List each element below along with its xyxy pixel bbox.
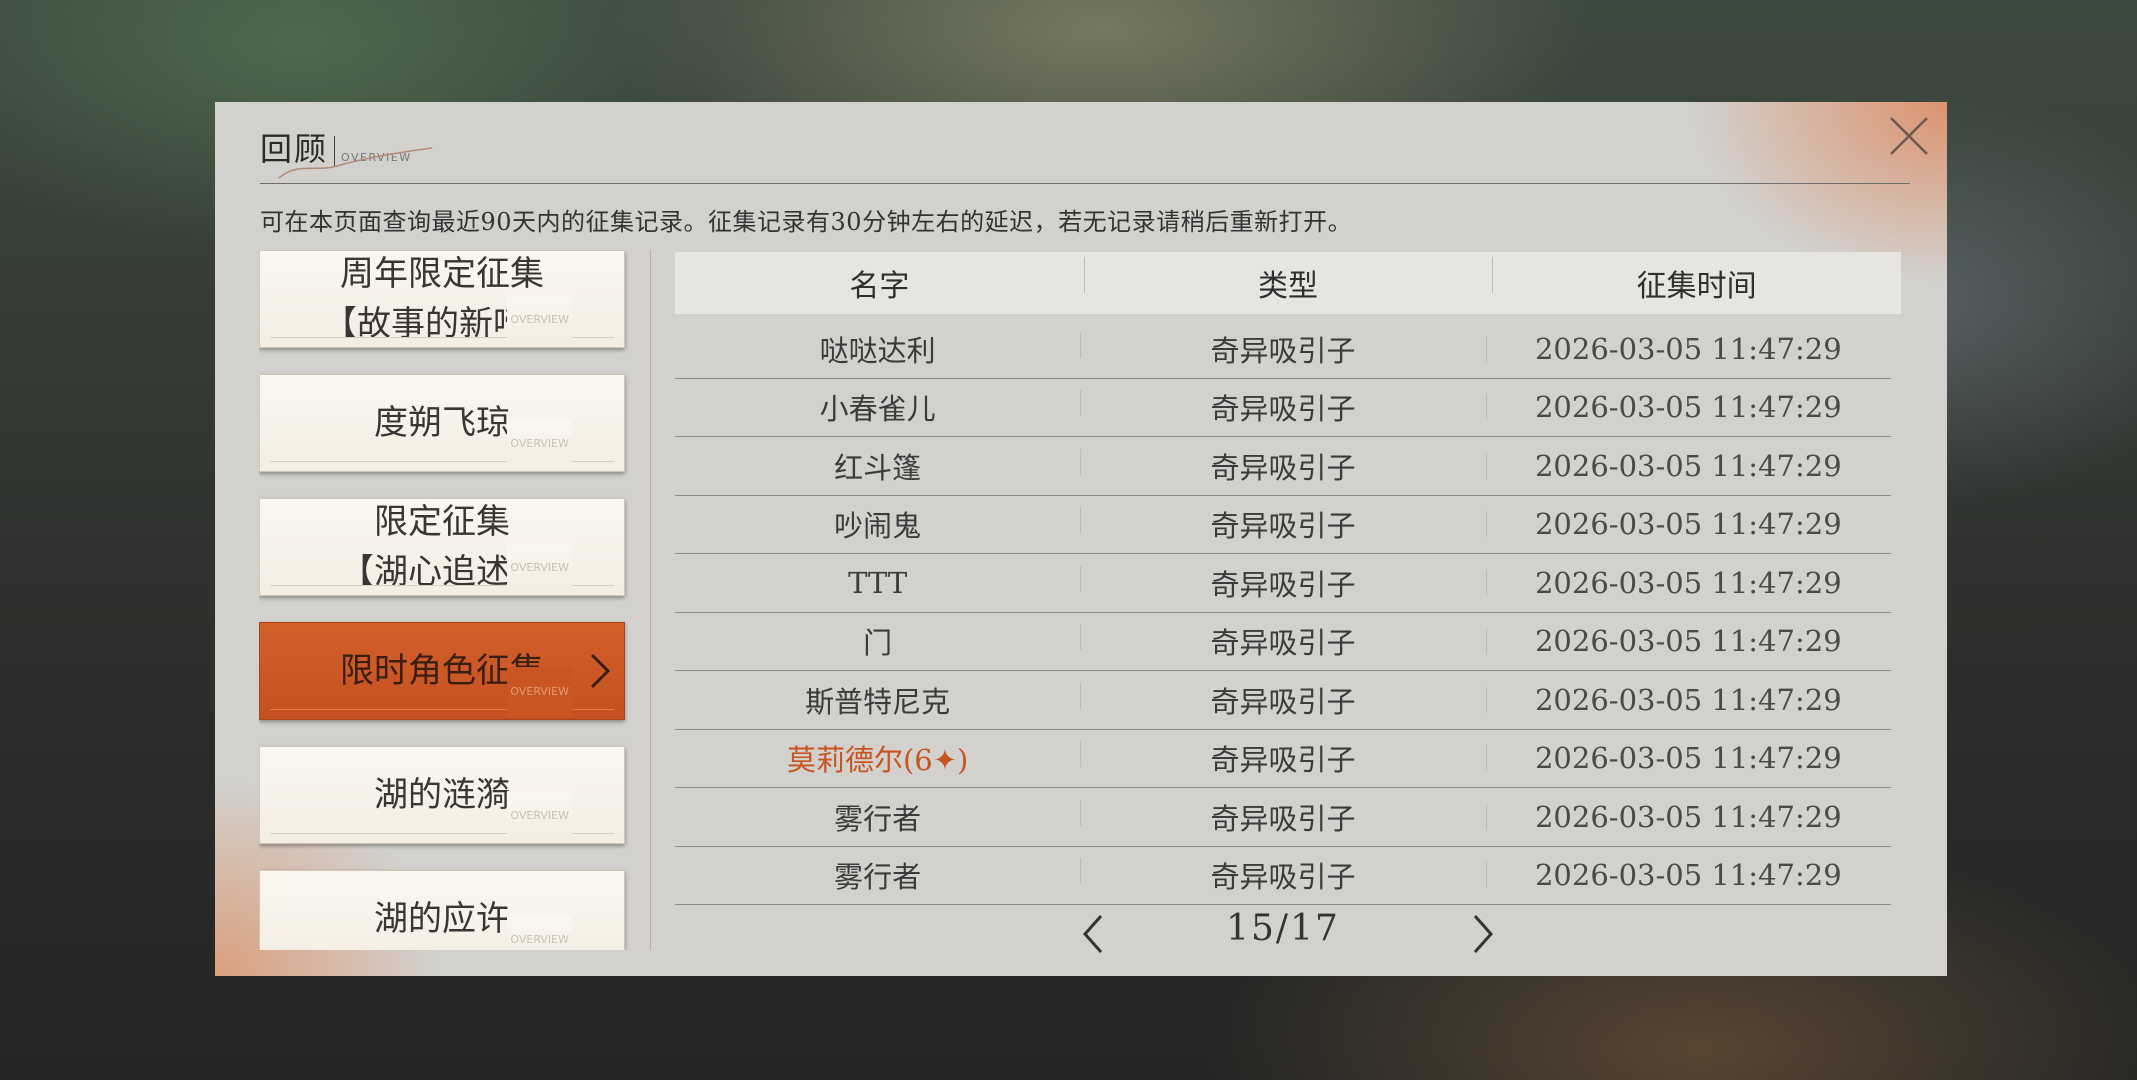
- sidebar-item-ripples[interactable]: 湖的涟漪 OVERVIEW: [259, 746, 625, 844]
- cell-time: 2026-03-05 11:47:29: [1485, 449, 1891, 483]
- column-header-name: 名字: [849, 269, 910, 304]
- table-header: 名字 类型 征集时间: [675, 252, 1901, 314]
- table-row: 雾行者 奇异吸引子 2026-03-05 11:47:29: [675, 788, 1891, 847]
- table-row: TTT 奇异吸引子 2026-03-05 11:47:29: [675, 554, 1891, 613]
- cell-time: 2026-03-05 11:47:29: [1485, 507, 1891, 541]
- card-deco-tag: OVERVIEW: [507, 915, 572, 950]
- cell-type: 奇异吸引子: [1080, 737, 1485, 779]
- cell-name: TTT: [848, 565, 908, 600]
- card-deco-tag: OVERVIEW: [507, 791, 572, 841]
- swoosh-decoration: [278, 147, 433, 179]
- cell-time: 2026-03-05 11:47:29: [1485, 390, 1891, 424]
- table-row: 雾行者 奇异吸引子 2026-03-05 11:47:29: [675, 847, 1891, 905]
- chevron-right-icon: [1473, 915, 1494, 953]
- sidebar-item-limited-character[interactable]: 限时角色征集 OVERVIEW: [259, 622, 625, 720]
- chevron-right-icon: [590, 653, 611, 689]
- overview-dialog: 回顾 OVERVIEW 可在本页面查询最近90天内的征集记录。征集记录有30分钟…: [215, 102, 1947, 976]
- cell-type: 奇异吸引子: [1080, 328, 1485, 370]
- column-header-type: 类型: [1083, 257, 1493, 305]
- sidebar-item-label: 湖的应许: [374, 899, 510, 939]
- cell-type: 奇异吸引子: [1080, 679, 1485, 721]
- card-deco-tag: OVERVIEW: [507, 543, 572, 593]
- cell-name: 小春雀儿: [819, 392, 936, 427]
- cell-name: 吵闹鬼: [834, 509, 922, 544]
- record-table: 哒哒达利 奇异吸引子 2026-03-05 11:47:29 小春雀儿 奇异吸引…: [675, 320, 1891, 905]
- table-row: 小春雀儿 奇异吸引子 2026-03-05 11:47:29: [675, 379, 1891, 437]
- cell-name: 莫莉德尔(6✦): [786, 743, 969, 778]
- sidebar-item-limited-lake[interactable]: 限定征集 【湖心追述】 OVERVIEW: [259, 498, 625, 596]
- header-divider: [260, 183, 1910, 184]
- column-header-time: 征集时间: [1492, 257, 1901, 305]
- cell-type: 奇异吸引子: [1080, 386, 1485, 428]
- cell-name: 红斗篷: [834, 450, 922, 485]
- category-sidebar: 周年限定征集 【故事的新啼】 OVERVIEW 度朔飞琼 OVERVIEW 限定…: [259, 250, 629, 950]
- cell-time: 2026-03-05 11:47:29: [1485, 332, 1891, 366]
- sidebar-item-dushuo[interactable]: 度朔飞琼 OVERVIEW: [259, 374, 625, 472]
- cell-time: 2026-03-05 11:47:29: [1485, 624, 1891, 658]
- sidebar-item-promise[interactable]: 湖的应许 OVERVIEW: [259, 870, 625, 950]
- cell-time: 2026-03-05 11:47:29: [1485, 566, 1891, 600]
- cell-name: 雾行者: [834, 860, 922, 895]
- next-page-button[interactable]: [1461, 912, 1501, 956]
- notice-text: 可在本页面查询最近90天内的征集记录。征集记录有30分钟左右的延迟，若无记录请稍…: [260, 208, 1353, 236]
- table-row: 斯普特尼克 奇异吸引子 2026-03-05 11:47:29: [675, 671, 1891, 730]
- cell-type: 奇异吸引子: [1080, 562, 1485, 604]
- cell-name: 斯普特尼克: [805, 684, 951, 719]
- cell-time: 2026-03-05 11:47:29: [1485, 741, 1891, 775]
- card-deco-tag: OVERVIEW: [507, 419, 572, 469]
- table-row: 哒哒达利 奇异吸引子 2026-03-05 11:47:29: [675, 320, 1891, 379]
- cell-name: 门: [863, 626, 893, 661]
- cell-type: 奇异吸引子: [1080, 796, 1485, 838]
- cell-time: 2026-03-05 11:47:29: [1485, 683, 1891, 717]
- cell-type: 奇异吸引子: [1080, 854, 1485, 896]
- sidebar-item-label: 度朔飞琼: [374, 403, 510, 443]
- pagination: 15/17: [675, 902, 1891, 966]
- table-row: 吵闹鬼 奇异吸引子 2026-03-05 11:47:29: [675, 496, 1891, 554]
- close-icon[interactable]: [1885, 112, 1933, 160]
- cell-time: 2026-03-05 11:47:29: [1485, 858, 1891, 892]
- cell-time: 2026-03-05 11:47:29: [1485, 800, 1891, 834]
- sidebar-item-anniversary[interactable]: 周年限定征集 【故事的新啼】 OVERVIEW: [259, 250, 625, 348]
- card-deco-tag: OVERVIEW: [507, 667, 572, 717]
- sidebar-divider: [650, 250, 651, 950]
- sidebar-item-label: 湖的涟漪: [374, 775, 510, 815]
- table-row: 莫莉德尔(6✦) 奇异吸引子 2026-03-05 11:47:29: [675, 730, 1891, 788]
- cell-type: 奇异吸引子: [1080, 503, 1485, 545]
- table-row: 门 奇异吸引子 2026-03-05 11:47:29: [675, 613, 1891, 671]
- cell-type: 奇异吸引子: [1080, 445, 1485, 487]
- card-deco-tag: OVERVIEW: [507, 295, 572, 345]
- cell-type: 奇异吸引子: [1080, 620, 1485, 662]
- cell-name: 雾行者: [834, 801, 922, 836]
- page-indicator: 15/17: [1226, 908, 1340, 949]
- table-row: 红斗篷 奇异吸引子 2026-03-05 11:47:29: [675, 437, 1891, 496]
- cell-name: 哒哒达利: [819, 333, 936, 368]
